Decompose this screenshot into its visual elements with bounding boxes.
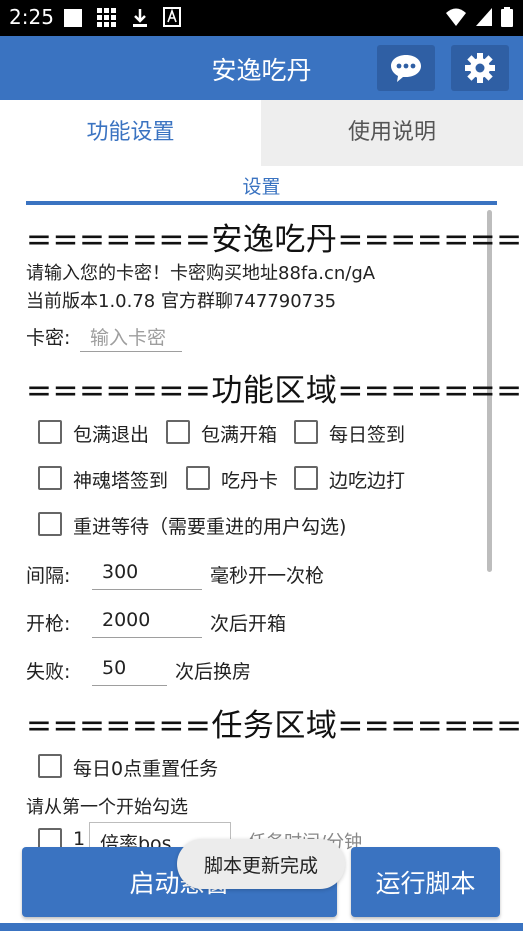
full-bag-open-box-checkbox[interactable]: [166, 420, 190, 444]
app-bar: 安逸吃丹: [0, 36, 523, 100]
interval-suffix: 毫秒开一次枪: [210, 565, 325, 587]
gear-icon: [465, 53, 495, 83]
settings-button[interactable]: [451, 45, 509, 91]
fail-count-value: 50: [102, 657, 127, 679]
task-order-hint: 请从第一个开始勾选: [26, 797, 188, 818]
bottom-edge-bar: [0, 923, 523, 931]
wifi-icon: [446, 8, 466, 26]
download-icon: [133, 9, 147, 27]
eat-while-fight-checkbox[interactable]: [294, 466, 318, 490]
pill-card-checkbox[interactable]: [186, 466, 210, 490]
font-box-icon: [163, 7, 181, 27]
full-bag-exit-checkbox[interactable]: [38, 420, 62, 444]
grid-icon: [97, 8, 116, 27]
fire-count-value: 2000: [102, 609, 151, 631]
settings-section-label: 设置: [242, 176, 281, 198]
tab-bar: 功能设置 使用说明: [0, 100, 523, 166]
status-bar: 2:25: [0, 0, 523, 36]
notification-square-icon: [64, 9, 82, 27]
interval-input[interactable]: 300: [92, 555, 202, 590]
battery-icon: [501, 7, 513, 27]
card-key-placeholder: 输入卡密: [90, 327, 167, 349]
run-script-button[interactable]: 运行脚本: [351, 847, 500, 917]
fire-label: 开枪:: [26, 613, 71, 635]
feature-area-divider-title: =======功能区域=======: [26, 373, 523, 409]
signal-icon: [476, 8, 492, 26]
interval-label: 间隔:: [26, 565, 71, 587]
status-time: 2:25: [9, 5, 54, 29]
rejoin-wait-checkbox[interactable]: [38, 512, 62, 536]
settings-section-divider: [26, 201, 497, 205]
app-name-divider-title: =======安逸吃丹=======: [26, 222, 523, 258]
rejoin-wait-label: 重进等待（需要重进的用户勾选): [73, 516, 347, 538]
app-title: 安逸吃丹: [211, 56, 312, 85]
interval-value: 300: [102, 561, 139, 583]
eat-while-fight-label: 边吃边打: [329, 470, 406, 492]
card-key-label: 卡密:: [26, 327, 71, 349]
daily-checkin-checkbox[interactable]: [294, 420, 318, 444]
daily-checkin-label: 每日签到: [329, 424, 406, 446]
daily-reset-task-label: 每日0点重置任务: [73, 758, 219, 780]
daily-reset-task-checkbox[interactable]: [38, 754, 62, 778]
fire-count-input[interactable]: 2000: [92, 603, 202, 638]
full-bag-open-box-label: 包满开箱: [201, 424, 278, 446]
fail-count-input[interactable]: 50: [92, 651, 167, 686]
full-bag-exit-label: 包满退出: [73, 424, 150, 446]
soul-tower-checkin-checkbox[interactable]: [38, 466, 62, 490]
fire-suffix: 次后开箱: [210, 613, 287, 635]
fail-suffix: 次后换房: [175, 661, 252, 683]
tab-usage-instructions[interactable]: 使用说明: [261, 100, 523, 166]
fail-label: 失败:: [26, 661, 71, 683]
card-key-input[interactable]: 输入卡密: [80, 317, 182, 352]
pill-card-label: 吃丹卡: [221, 470, 279, 492]
toast-message: 脚本更新完成: [177, 839, 345, 889]
version-info: 当前版本1.0.78 官方群聊747790735: [26, 291, 337, 312]
task-area-divider-title: =======任务区域=======: [26, 708, 523, 744]
soul-tower-checkin-label: 神魂塔签到: [73, 470, 169, 492]
tab-feature-settings[interactable]: 功能设置: [0, 100, 261, 166]
chat-bubble-icon: [391, 55, 421, 82]
card-key-prompt: 请输入您的卡密！卡密购买地址88fa.cn/gA: [26, 263, 376, 284]
chat-button[interactable]: [377, 45, 435, 91]
